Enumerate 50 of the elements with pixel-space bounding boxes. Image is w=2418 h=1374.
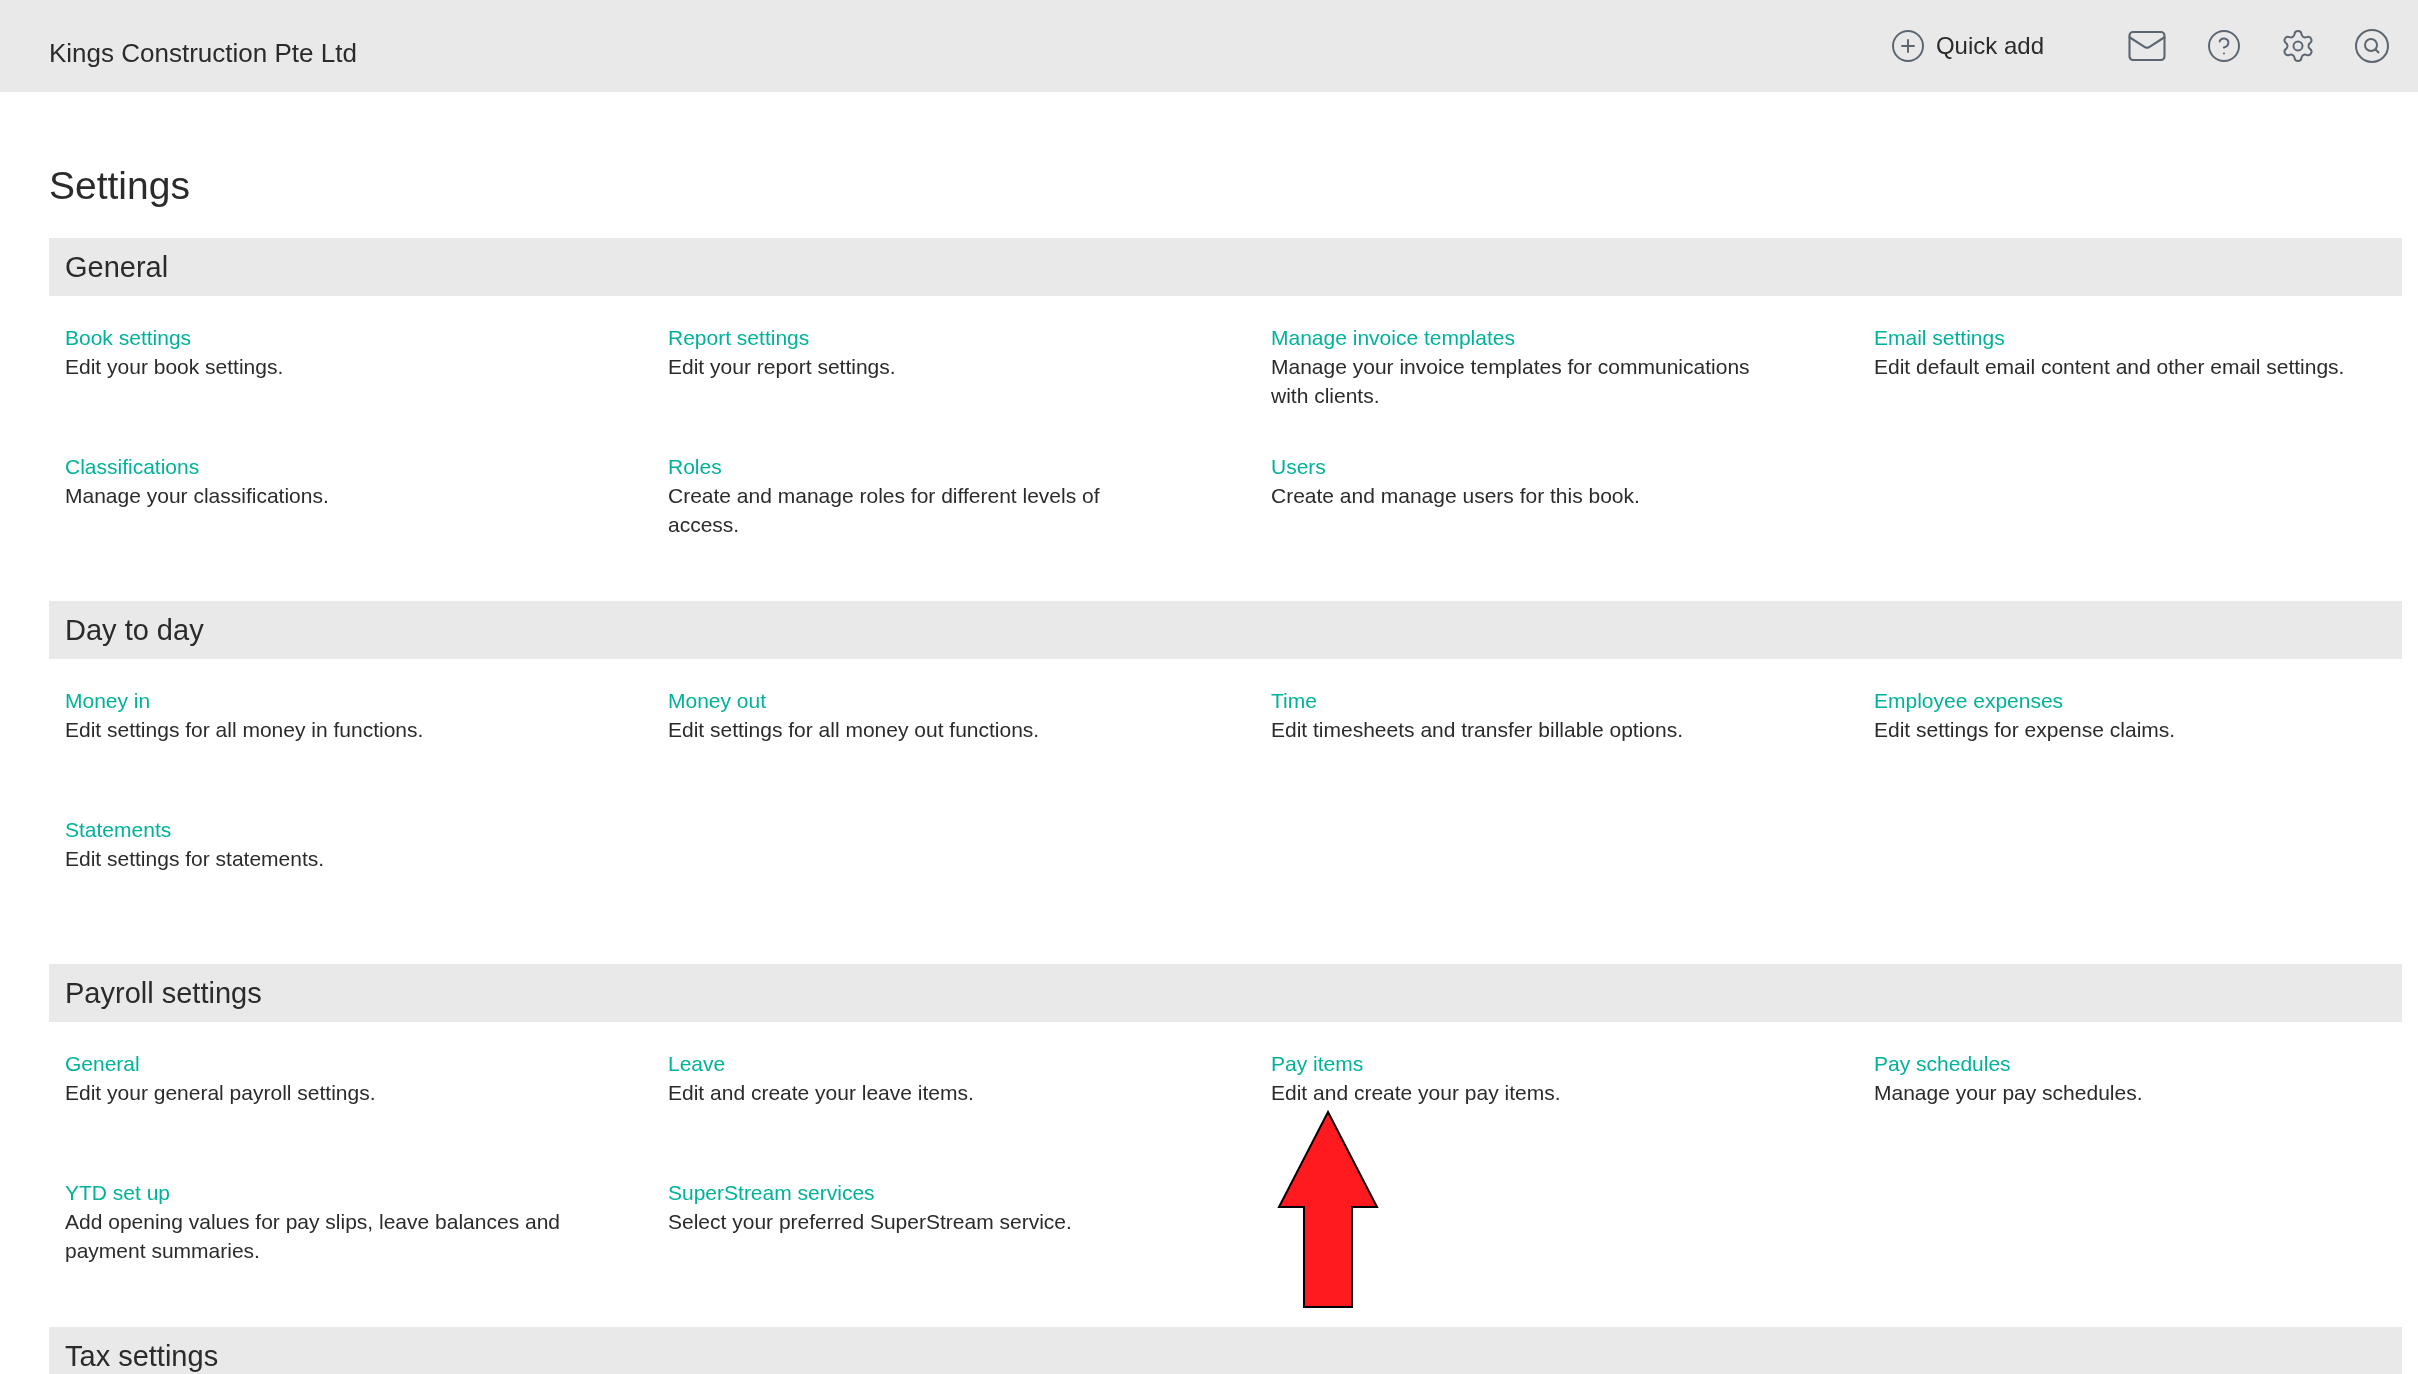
settings-description: Create and manage users for this book.: [1271, 483, 1641, 509]
section-title: General: [65, 250, 169, 284]
quick-add-button[interactable]: Quick add: [1889, 28, 2044, 64]
settings-description: Edit your general payroll settings.: [65, 1080, 377, 1106]
settings-description: Create and manage roles for different levels of access.: [668, 483, 1101, 538]
settings-description: Manage your pay schedules.: [1874, 1080, 2144, 1106]
settings-description: Manage your invoice templates for communications with clients.: [1271, 354, 1751, 409]
settings-description: Edit your book settings.: [65, 354, 285, 380]
settings-link[interactable]: Money out: [668, 686, 767, 715]
settings-link[interactable]: Pay items: [1271, 1049, 1364, 1078]
settings-description: Edit and create your pay items.: [1271, 1080, 1562, 1106]
settings-link[interactable]: SuperStream services: [668, 1178, 875, 1207]
settings-link[interactable]: Manage invoice templates: [1271, 323, 1515, 352]
settings-description: Add opening values for pay slips, leave balances and payment summaries.: [65, 1209, 561, 1264]
settings-link[interactable]: Classifications: [65, 452, 200, 481]
settings-description: Manage your classifications.: [65, 483, 330, 509]
settings-link[interactable]: Time: [1271, 686, 1317, 715]
settings-description: Edit settings for all money in functions.: [65, 717, 425, 743]
settings-link[interactable]: Leave: [668, 1049, 726, 1078]
plus-icon: [1889, 28, 1926, 64]
settings-link[interactable]: Employee expenses: [1874, 686, 2064, 715]
settings-button[interactable]: [2280, 28, 2316, 64]
settings-description: Edit and create your leave items.: [668, 1080, 975, 1106]
page-title: Settings: [49, 164, 191, 208]
settings-description: Edit timesheets and transfer billable options.: [1271, 717, 1685, 743]
settings-link[interactable]: Email settings: [1874, 323, 2005, 352]
settings-link[interactable]: Roles: [668, 452, 722, 481]
settings-description: Edit your report settings.: [668, 354, 897, 380]
settings-link[interactable]: Statements: [65, 815, 172, 844]
settings-icon: [2280, 28, 2316, 64]
help-icon: [2206, 28, 2242, 64]
settings-description: Edit settings for all money out functions.: [668, 717, 1041, 743]
settings-link[interactable]: General: [65, 1049, 140, 1078]
section-title: Tax settings: [65, 1339, 219, 1373]
settings-link[interactable]: Report settings: [668, 323, 810, 352]
section-title: Day to day: [65, 613, 204, 647]
section-title: Payroll settings: [65, 976, 262, 1010]
company-name: Kings Construction Pte Ltd: [49, 37, 358, 69]
settings-description: Edit settings for expense claims.: [1874, 717, 2177, 743]
settings-link[interactable]: Book settings: [65, 323, 192, 352]
settings-description: Edit default email content and other email settings.: [1874, 354, 2346, 380]
search-icon: [2354, 28, 2390, 64]
help-button[interactable]: [2206, 28, 2242, 64]
settings-description: Edit settings for statements.: [65, 846, 326, 872]
settings-description: Select your preferred SuperStream service.: [668, 1209, 1073, 1235]
settings-link[interactable]: Pay schedules: [1874, 1049, 2011, 1078]
settings-link[interactable]: Money in: [65, 686, 151, 715]
settings-link[interactable]: YTD set up: [65, 1178, 171, 1207]
settings-link[interactable]: Users: [1271, 452, 1326, 481]
search-button[interactable]: [2354, 28, 2390, 64]
